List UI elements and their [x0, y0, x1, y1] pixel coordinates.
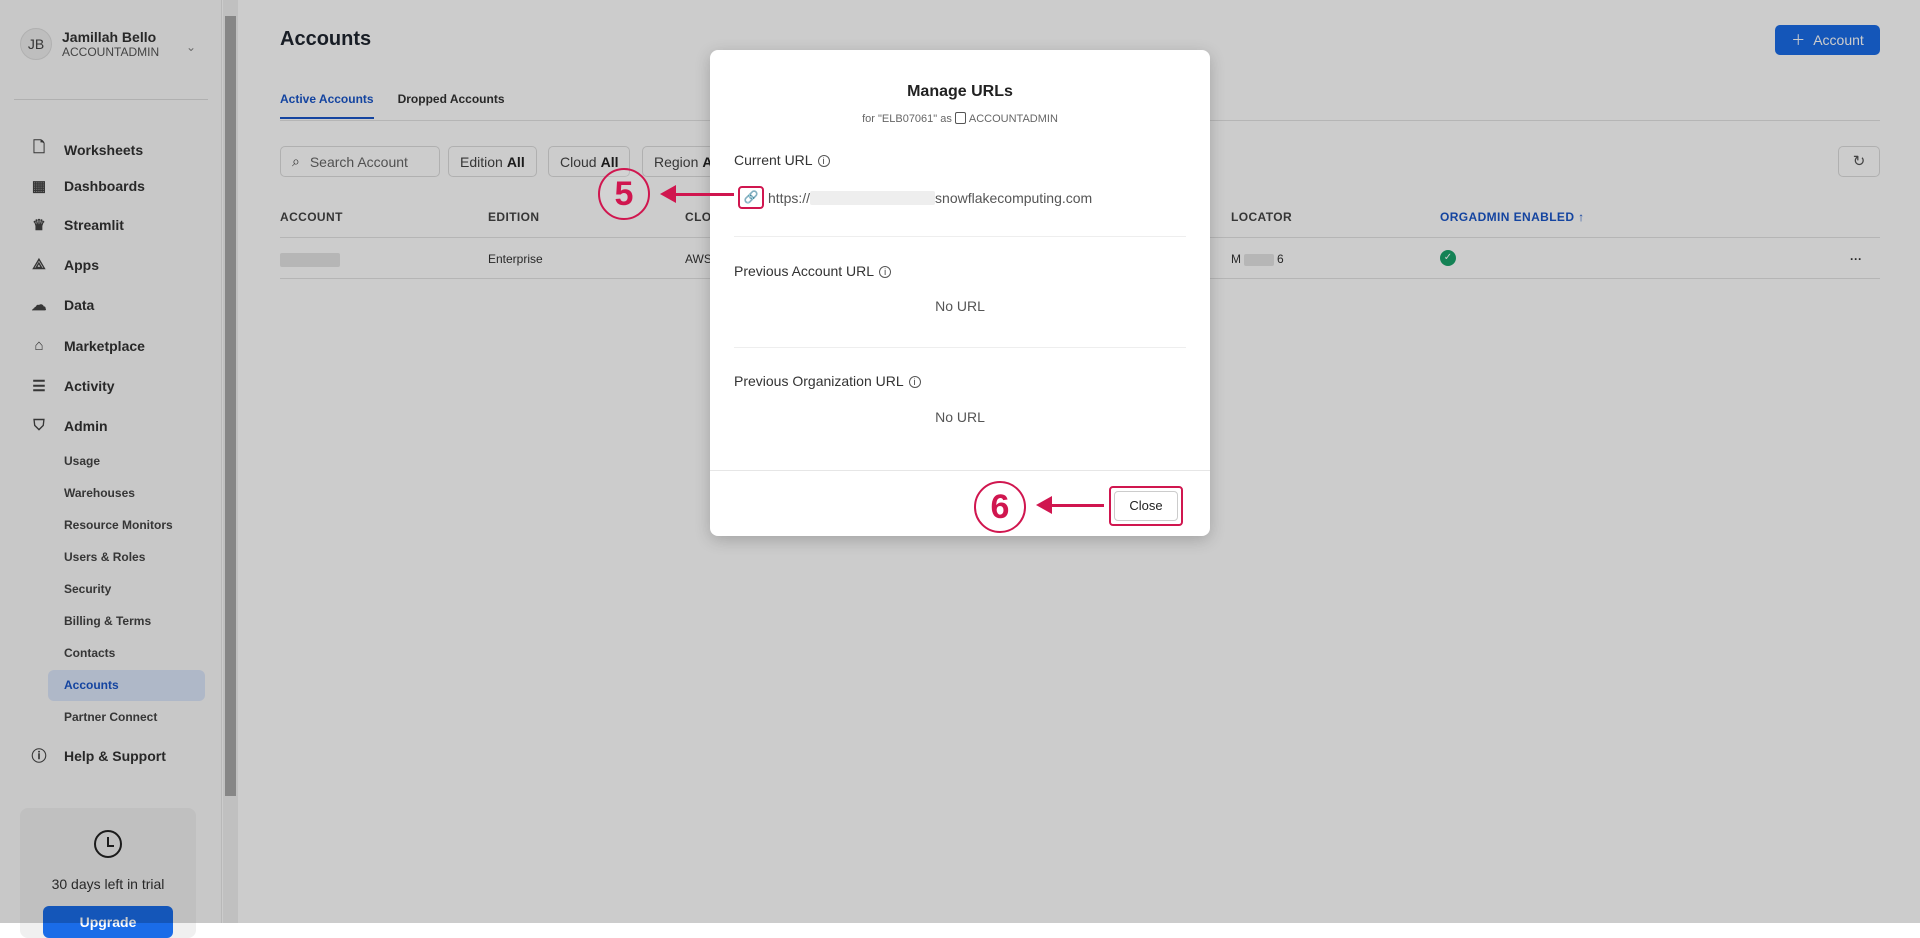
current-url-label: Current URL i	[734, 152, 830, 168]
manage-urls-dialog: Manage URLs for "ELB07061" as ACCOUNTADMI…	[710, 50, 1210, 536]
previous-org-url-value: No URL	[935, 409, 985, 425]
info-icon[interactable]: i	[908, 376, 921, 388]
subtitle-prefix: for "ELB07061" as	[862, 113, 952, 125]
subtitle-role: ACCOUNTADMIN	[968, 113, 1058, 125]
modal-title: Manage URLs	[907, 83, 1013, 100]
label-text: Current URL	[734, 152, 813, 168]
divider	[710, 470, 1210, 471]
previous-account-url-value: No URL	[935, 298, 985, 314]
url-redacted	[810, 190, 936, 205]
url-suffix: snowflakecomputing.com	[935, 189, 1093, 206]
arrow-left-icon	[1036, 496, 1104, 514]
info-icon[interactable]: i	[879, 266, 892, 278]
previous-org-url-label: Previous Organization URL i	[734, 373, 921, 389]
close-button[interactable]: Close	[1114, 491, 1178, 521]
arrow-left-icon	[660, 185, 734, 203]
role-badge-icon	[954, 112, 966, 124]
link-icon[interactable]: 🔗	[738, 186, 764, 209]
label-text: Previous Account URL	[734, 263, 875, 279]
previous-account-url-label: Previous Account URL i	[734, 263, 892, 279]
divider	[734, 347, 1186, 348]
current-url: 🔗 https:// snowflakecomputing.com	[738, 186, 1092, 209]
modal-subtitle: for "ELB07061" as ACCOUNTADMIN	[710, 112, 1210, 125]
step-6-callout: 6	[974, 481, 1026, 533]
step-5-callout: 5	[598, 168, 650, 220]
url-prefix: https://	[768, 189, 811, 206]
divider	[734, 236, 1186, 237]
label-text: Previous Organization URL	[734, 373, 904, 389]
info-icon[interactable]: i	[817, 155, 830, 167]
close-button-highlight: Close	[1109, 486, 1183, 526]
